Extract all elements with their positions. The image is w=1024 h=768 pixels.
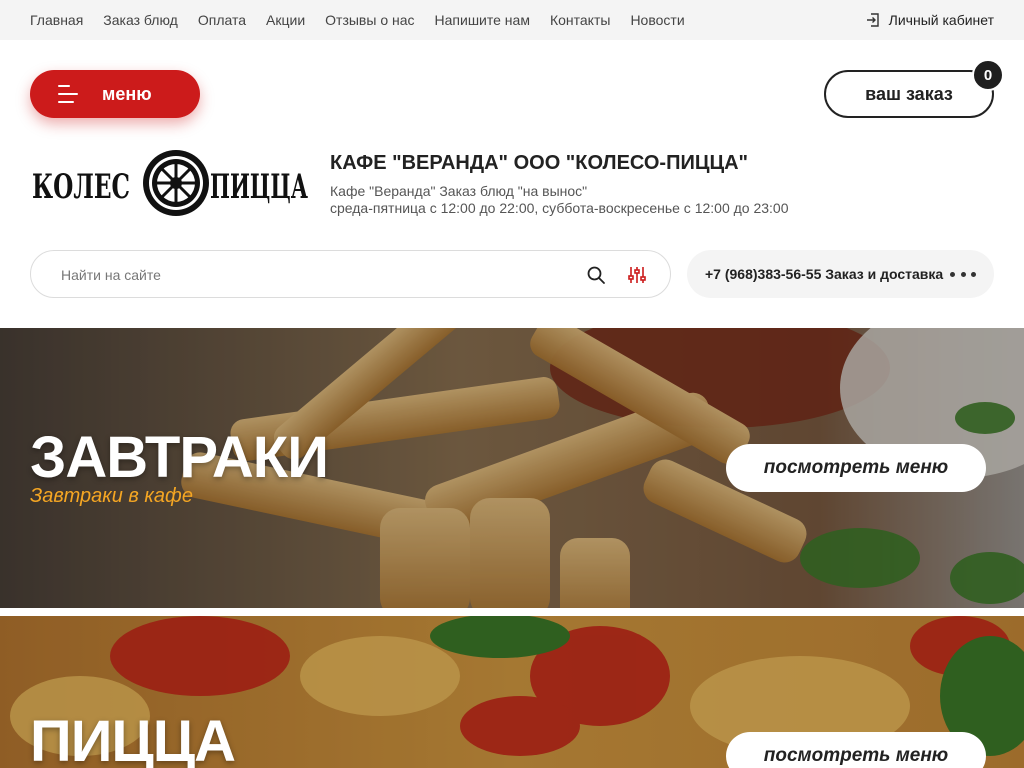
order-count-badge: 0 [972, 59, 1004, 91]
svg-text:КОЛЕС: КОЛЕС [32, 167, 130, 207]
site-search [30, 250, 671, 298]
nav-link-write-us[interactable]: Напишите нам [435, 12, 530, 28]
menu-button[interactable]: меню [30, 70, 200, 118]
company-name: КАФЕ "ВЕРАНДА" ООО "КОЛЕСО-ПИЦЦА" [330, 152, 748, 174]
filter-settings-icon[interactable] [627, 265, 647, 285]
personal-account-label: Личный кабинет [888, 12, 994, 28]
top-navigation-bar: Главная Заказ блюд Оплата Акции Отзывы о… [0, 0, 1024, 40]
banner-breakfast[interactable]: ЗАВТРАКИ Завтраки в кафе посмотреть меню [0, 328, 1024, 608]
top-nav: Главная Заказ блюд Оплата Акции Отзывы о… [30, 0, 685, 40]
banner-breakfast-title: ЗАВТРАКИ [30, 425, 329, 490]
nav-link-order-dishes[interactable]: Заказ блюд [103, 12, 178, 28]
company-hours: среда-пятница с 12:00 до 22:00, суббота-… [330, 200, 789, 216]
phone-delivery-box[interactable]: +7 (968)383-56-55 Заказ и доставка [687, 250, 994, 298]
nav-link-contacts[interactable]: Контакты [550, 12, 610, 28]
banner-breakfast-subtitle: Завтраки в кафе [30, 485, 194, 507]
menu-button-label: меню [102, 83, 152, 104]
your-order-button[interactable]: ваш заказ [824, 70, 994, 118]
company-tagline: Кафе "Веранда" Заказ блюд "на вынос" [330, 183, 588, 199]
search-input[interactable] [61, 264, 561, 286]
company-description: Кафе "Веранда" Заказ блюд "на вынос" сре… [330, 183, 789, 217]
nav-link-home[interactable]: Главная [30, 12, 83, 28]
nav-link-news[interactable]: Новости [630, 12, 684, 28]
nav-link-promotions[interactable]: Акции [266, 12, 305, 28]
burger-icon [58, 85, 78, 103]
your-order-label: ваш заказ [865, 83, 953, 104]
banner-pizza[interactable]: ПИЦЦА посмотреть меню [0, 616, 1024, 768]
nav-link-reviews[interactable]: Отзывы о нас [325, 12, 414, 28]
view-menu-button[interactable]: посмотреть меню [726, 444, 986, 492]
phone-text: +7 (968)383-56-55 Заказ и доставка [705, 266, 944, 282]
personal-account-link[interactable]: Личный кабинет [865, 0, 994, 40]
view-menu-button[interactable]: посмотреть меню [726, 732, 986, 768]
site-logo[interactable]: КОЛЕС ПИЦЦА [30, 146, 310, 222]
nav-link-payment[interactable]: Оплата [198, 12, 246, 28]
wheel-icon [143, 150, 209, 216]
banner-pizza-title: ПИЦЦА [30, 709, 236, 768]
login-icon [866, 13, 879, 27]
more-options-icon[interactable] [950, 262, 976, 286]
svg-text:ПИЦЦА: ПИЦЦА [210, 167, 308, 207]
search-icon[interactable] [586, 265, 606, 285]
